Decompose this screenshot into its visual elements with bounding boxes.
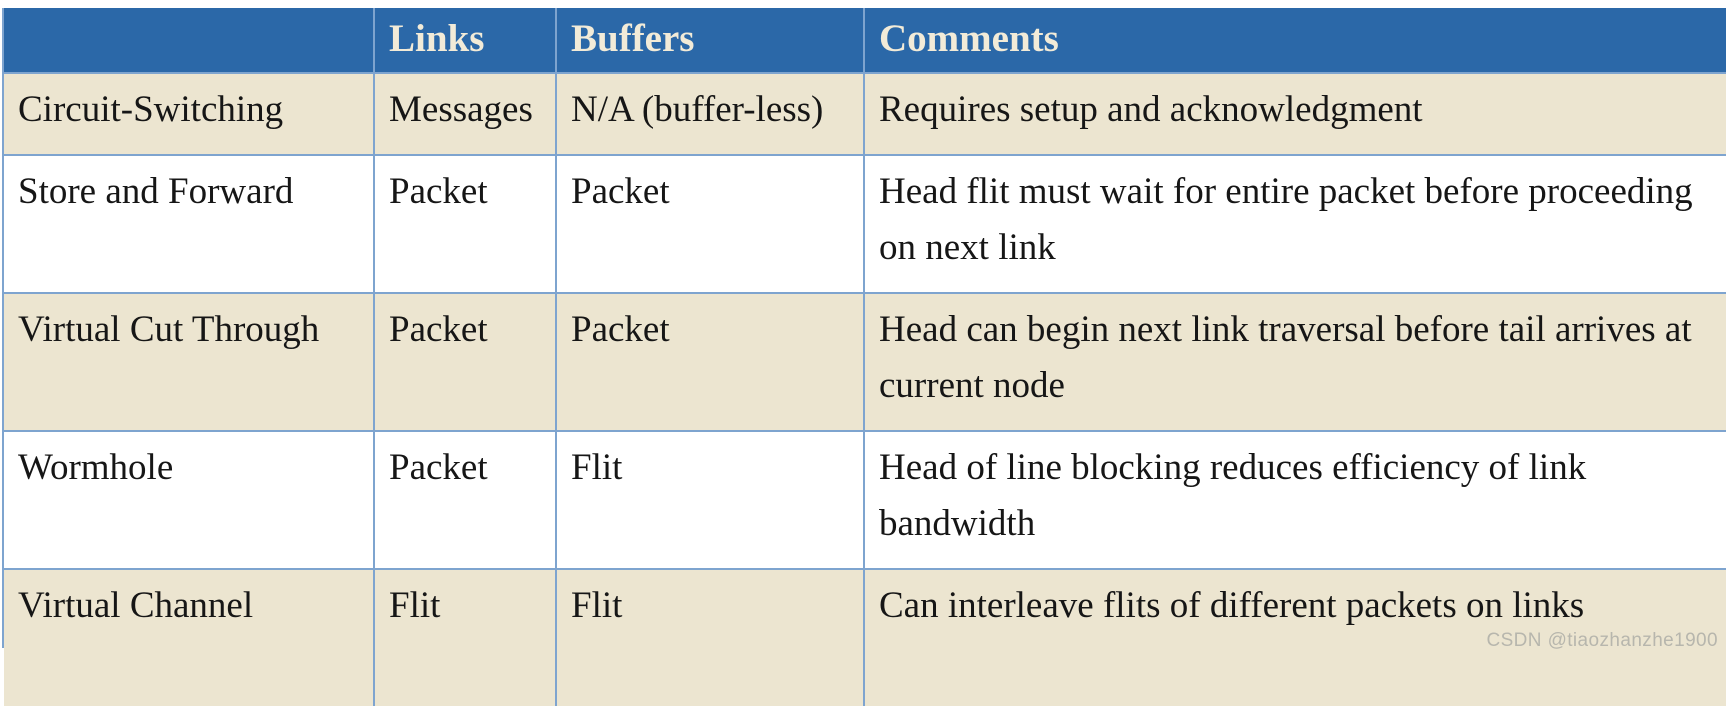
cell-technique: Wormhole xyxy=(4,430,374,569)
cell-technique: Store and Forward xyxy=(4,154,374,293)
column-header-comments: Comments xyxy=(863,8,1726,73)
screenshot-canvas: Links Buffers Comments Circuit-Switching… xyxy=(0,0,1726,706)
column-header-links: Links xyxy=(373,8,556,73)
table-row: Virtual Channel Flit Flit Can interleave… xyxy=(4,568,1726,706)
cell-buffers: Packet xyxy=(555,292,864,431)
cell-comments: Requires setup and acknowledgment xyxy=(863,72,1726,155)
cell-links: Flit xyxy=(373,568,556,706)
csdn-watermark: CSDN @tiaozhanzhe1900 xyxy=(1486,630,1718,651)
cell-buffers: N/A (buffer-less) xyxy=(555,72,864,155)
switching-techniques-comparison-table: Links Buffers Comments Circuit-Switching… xyxy=(4,8,1726,706)
cell-comments: Head flit must wait for entire packet be… xyxy=(863,154,1726,293)
table-row: Virtual Cut Through Packet Packet Head c… xyxy=(4,292,1726,431)
table-row: Wormhole Packet Flit Head of line blocki… xyxy=(4,430,1726,569)
cell-technique: Virtual Channel xyxy=(4,568,374,706)
table-header: Links Buffers Comments xyxy=(4,8,1726,73)
table-row: Circuit-Switching Messages N/A (buffer-l… xyxy=(4,72,1726,155)
table-body: Circuit-Switching Messages N/A (buffer-l… xyxy=(4,72,1726,706)
column-header-buffers: Buffers xyxy=(555,8,864,73)
cell-links: Packet xyxy=(373,154,556,293)
cell-comments: Head can begin next link traversal befor… xyxy=(863,292,1726,431)
cell-buffers: Flit xyxy=(555,430,864,569)
cell-buffers: Flit xyxy=(555,568,864,706)
cell-links: Packet xyxy=(373,430,556,569)
table-row: Store and Forward Packet Packet Head fli… xyxy=(4,154,1726,293)
table-header-row: Links Buffers Comments xyxy=(4,8,1726,73)
cell-comments: Head of line blocking reduces efficiency… xyxy=(863,430,1726,569)
cell-technique: Circuit-Switching xyxy=(4,72,374,155)
cell-technique: Virtual Cut Through xyxy=(4,292,374,431)
cell-links: Messages xyxy=(373,72,556,155)
column-header-technique xyxy=(4,8,374,73)
cell-links: Packet xyxy=(373,292,556,431)
cell-buffers: Packet xyxy=(555,154,864,293)
